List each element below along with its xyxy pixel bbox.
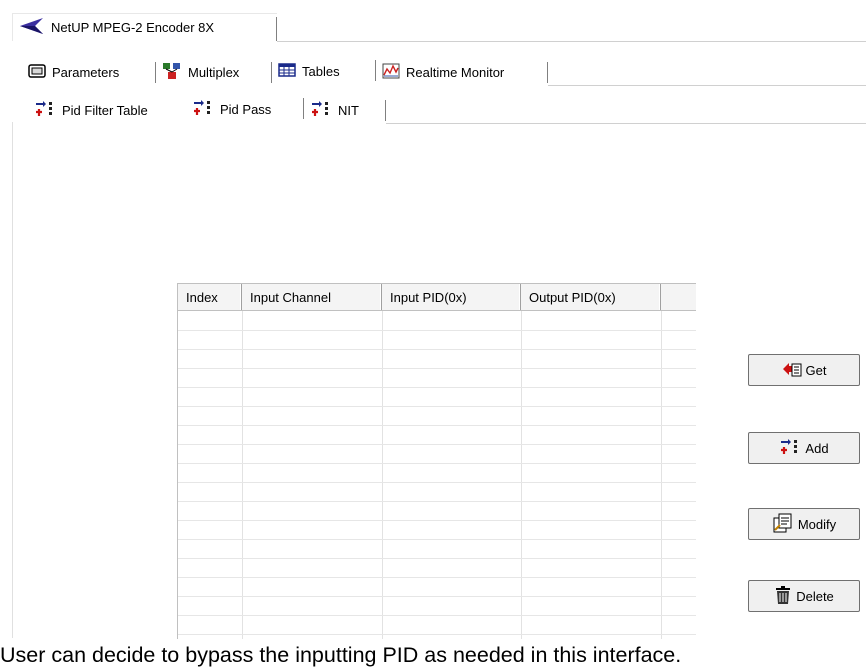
- add-button[interactable]: Add: [748, 432, 860, 464]
- modify-button[interactable]: Modify: [748, 508, 860, 540]
- modify-button-label: Modify: [797, 516, 837, 532]
- grid-row-line: [178, 368, 696, 369]
- panel-left-edge: [12, 122, 13, 638]
- get-button-label: Get: [805, 362, 827, 378]
- app-tab-label: NetUP MPEG-2 Encoder 8X: [51, 20, 215, 35]
- subtab-nit[interactable]: NIT: [304, 97, 386, 123]
- netup-logo-icon: [19, 17, 45, 38]
- tab-multiplex-label: Multiplex: [188, 64, 240, 80]
- tab-realtime-monitor[interactable]: Realtime Monitor: [376, 59, 548, 85]
- multiplex-icon: [162, 62, 182, 83]
- subtab-pid-filter-table-label: Pid Filter Table: [62, 102, 148, 118]
- grid-line: [242, 311, 243, 639]
- pid-icon: [310, 100, 332, 121]
- grid-row-line: [178, 577, 696, 578]
- column-header-input-channel[interactable]: Input Channel: [242, 284, 382, 310]
- grid-row-line: [178, 406, 696, 407]
- grid-row-line: [178, 558, 696, 559]
- grid-row-line: [178, 501, 696, 502]
- encoder-window: NetUP MPEG-2 Encoder 8X Parameters Multi…: [0, 0, 866, 639]
- tab-separator: [547, 62, 548, 83]
- caption-text: User can decide to bypass the inputting …: [0, 643, 682, 667]
- tab-separator: [385, 100, 386, 121]
- column-header-input-pid[interactable]: Input PID(0x): [382, 284, 521, 310]
- add-button-label: Add: [805, 440, 829, 456]
- parameters-icon: [28, 63, 46, 82]
- pid-icon: [192, 99, 214, 120]
- subtab-nit-label: NIT: [338, 102, 359, 118]
- chart-icon: [382, 63, 400, 82]
- grid-row-line: [178, 615, 696, 616]
- pid-pass-table[interactable]: Index Input Channel Input PID(0x) Output…: [177, 283, 696, 639]
- subtab-pid-pass[interactable]: Pid Pass: [186, 95, 304, 123]
- grid-row-line: [178, 463, 696, 464]
- modify-icon: [772, 513, 794, 536]
- column-header-output-pid[interactable]: Output PID(0x): [521, 284, 661, 310]
- grid-line: [382, 311, 383, 639]
- subtab-pid-pass-label: Pid Pass: [220, 101, 272, 117]
- sub-tab-baseline: [386, 123, 866, 124]
- subtab-pid-filter-table[interactable]: Pid Filter Table: [28, 97, 186, 123]
- get-icon: [782, 360, 802, 381]
- grid-row-line: [178, 634, 696, 635]
- get-button[interactable]: Get: [748, 354, 860, 386]
- tab-multiplex[interactable]: Multiplex: [156, 59, 272, 85]
- app-tab[interactable]: NetUP MPEG-2 Encoder 8X: [12, 13, 277, 41]
- grid-line: [661, 311, 662, 639]
- grid-row-line: [178, 596, 696, 597]
- table-header: Index Input Channel Input PID(0x) Output…: [178, 284, 696, 311]
- grid-row-line: [178, 482, 696, 483]
- grid-row-line: [178, 520, 696, 521]
- grid-row-line: [178, 444, 696, 445]
- grid-row-line: [178, 387, 696, 388]
- column-header-index[interactable]: Index: [178, 284, 242, 310]
- tab-parameters-label: Parameters: [52, 64, 120, 80]
- grid-row-line: [178, 349, 696, 350]
- tab-tables[interactable]: Tables: [272, 57, 376, 85]
- grid-row-line: [178, 539, 696, 540]
- pid-icon: [779, 438, 801, 459]
- grid-row-line: [178, 330, 696, 331]
- tab-separator: [276, 17, 277, 41]
- tab-tables-label: Tables: [302, 63, 340, 79]
- grid-line: [521, 311, 522, 639]
- trash-icon: [774, 585, 792, 608]
- delete-button[interactable]: Delete: [748, 580, 860, 612]
- main-tab-baseline: [548, 85, 866, 86]
- pid-icon: [34, 100, 56, 121]
- tab-row-baseline: [277, 41, 866, 42]
- column-header-filler: [661, 284, 696, 310]
- tab-realtime-monitor-label: Realtime Monitor: [406, 64, 505, 80]
- delete-button-label: Delete: [796, 588, 834, 604]
- tab-parameters[interactable]: Parameters: [22, 59, 156, 85]
- grid-row-line: [178, 425, 696, 426]
- table-icon: [278, 62, 296, 80]
